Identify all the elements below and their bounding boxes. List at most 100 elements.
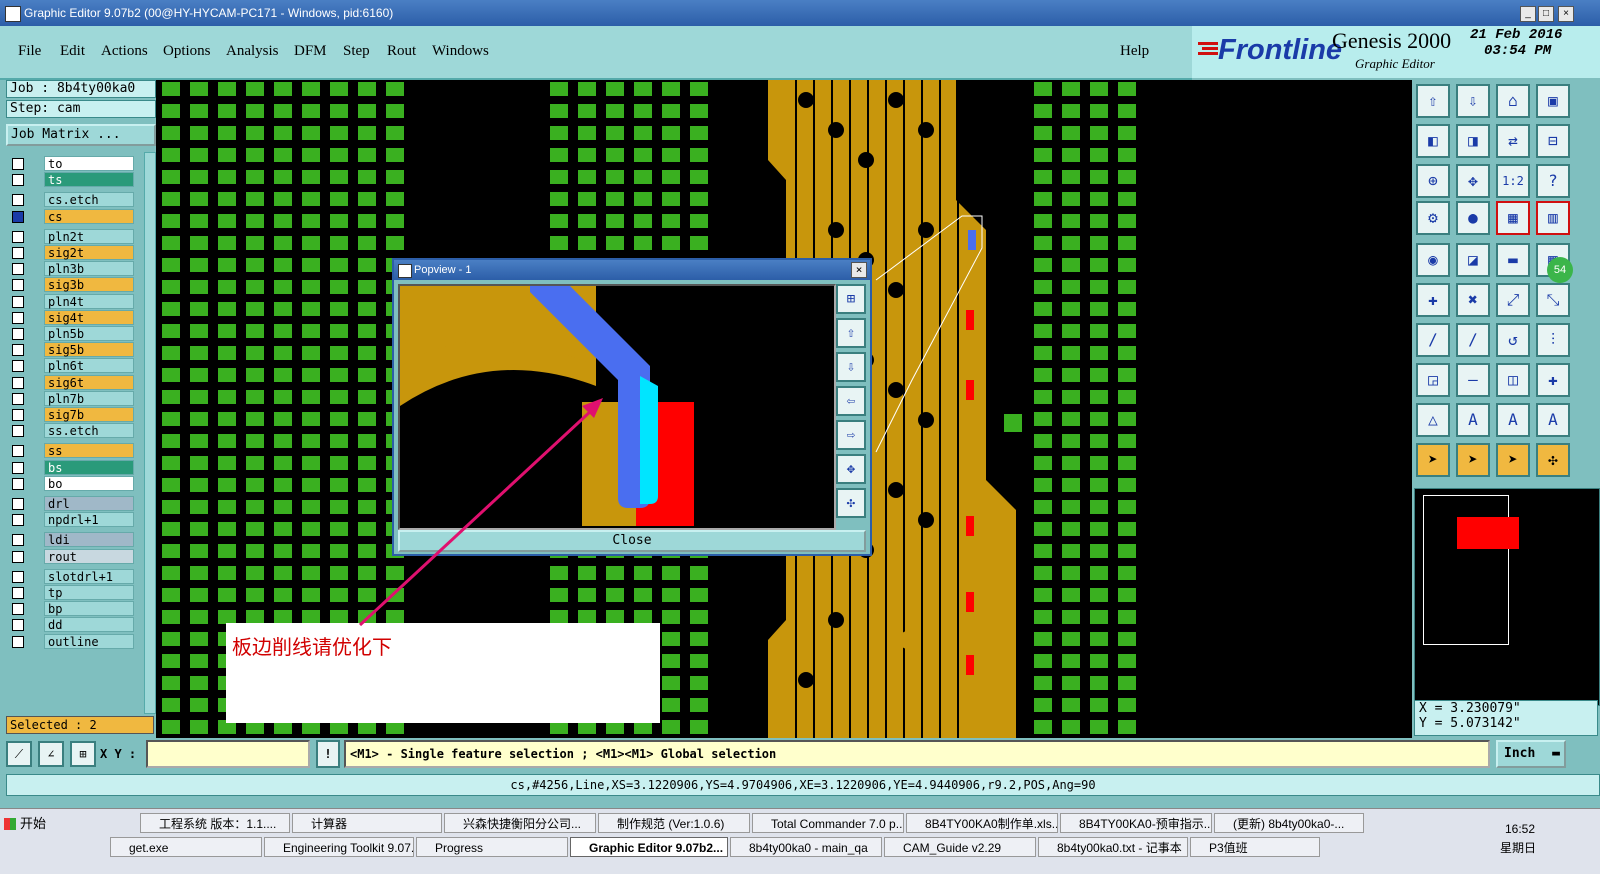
menu-step[interactable]: Step	[343, 43, 370, 60]
split-icon[interactable]: ⫶	[1536, 323, 1570, 357]
taskbar-item[interactable]: 8B4TY00KA0制作单.xls...	[906, 813, 1058, 833]
taskbar-item[interactable]: 制作规范 (Ver:1.0.6)	[598, 813, 750, 833]
layer-checkbox[interactable]	[12, 534, 24, 547]
layer-checkbox[interactable]	[12, 279, 24, 292]
connect-icon[interactable]: ✚	[1536, 363, 1570, 397]
taskbar-item[interactable]: Total Commander 7.0 p...	[752, 813, 904, 833]
layer-name[interactable]: pln2t	[44, 228, 134, 244]
menu-actions[interactable]: Actions	[101, 43, 148, 60]
layer-checkbox[interactable]	[12, 328, 24, 340]
delete-icon[interactable]: ✖	[1456, 283, 1490, 317]
menu-analysis[interactable]: Analysis	[226, 43, 279, 60]
layer-checkbox[interactable]	[12, 619, 24, 632]
popview-zoom-icon[interactable]: ⊞	[836, 284, 866, 314]
layer-checkbox[interactable]	[12, 263, 24, 276]
home-view-icon[interactable]: ⌂	[1496, 84, 1530, 118]
overview-map[interactable]	[1414, 488, 1600, 706]
layer-checkbox[interactable]	[12, 603, 24, 616]
layers-icon[interactable]: ⊟	[1536, 124, 1570, 158]
layer-checkbox[interactable]	[12, 230, 24, 243]
shape-icon[interactable]: ◪	[1456, 243, 1490, 277]
menu-dfm[interactable]: DFM	[294, 43, 327, 60]
layer-name[interactable]: to	[44, 156, 134, 171]
layer-name[interactable]: bp	[44, 601, 134, 617]
scale-icon[interactable]: 1:2	[1496, 164, 1530, 198]
layer-scrollbar[interactable]	[144, 152, 156, 714]
layer-name[interactable]: pln4t	[44, 293, 134, 309]
taskbar-item[interactable]: 8b4ty00ka0 - main_qa	[730, 837, 882, 857]
taskbar-item[interactable]: Graphic Editor 9.07b2...	[570, 837, 728, 857]
taskbar-item[interactable]: CAM_Guide v2.29	[884, 837, 1036, 857]
dash-icon[interactable]: —	[1456, 363, 1490, 397]
layer-name[interactable]: slotdrl+1	[44, 568, 134, 584]
menu-rout[interactable]: Rout	[387, 43, 416, 60]
layer-name[interactable]: pln5b	[44, 326, 134, 341]
select-poly-icon[interactable]: ➤	[1496, 443, 1530, 477]
layer-name[interactable]: sig6t	[44, 374, 134, 390]
layer-checkbox[interactable]	[12, 635, 24, 648]
ruler-icon[interactable]: ▬	[1496, 243, 1530, 277]
select-box-icon[interactable]: ➤	[1456, 443, 1490, 477]
layer-name[interactable]: sig2t	[44, 245, 134, 260]
settings-icon[interactable]: ⚙	[1416, 201, 1450, 235]
layer-checkbox[interactable]	[12, 194, 24, 207]
text-b-icon[interactable]: A	[1496, 403, 1530, 437]
line-icon[interactable]: ∕	[1416, 323, 1450, 357]
filter-blue-icon[interactable]: ▥	[1536, 201, 1570, 235]
layer-name[interactable]: drl	[44, 496, 134, 511]
popview-close-button[interactable]: Close	[398, 530, 866, 552]
popview-canvas[interactable]	[398, 284, 836, 530]
measure-icon[interactable]: ◫	[1496, 363, 1530, 397]
layer-name[interactable]: bo	[44, 475, 134, 491]
layer-checkbox[interactable]	[12, 392, 24, 405]
popview-fit-icon[interactable]: ✥	[836, 454, 866, 484]
menu-options[interactable]: Options	[163, 43, 211, 60]
layer-name[interactable]: pln3b	[44, 261, 134, 277]
layer-name[interactable]: outline	[44, 633, 134, 649]
popview-down-icon[interactable]: ⇩	[836, 352, 866, 382]
node-icon[interactable]: ✚	[1416, 283, 1450, 317]
filter-red-icon[interactable]: ▦	[1496, 201, 1530, 235]
taskbar-item[interactable]: (更新) 8b4ty00ka0-...	[1214, 813, 1364, 833]
maximize-button[interactable]: □	[1538, 6, 1554, 22]
xy-input[interactable]	[146, 740, 310, 768]
layer-checkbox[interactable]	[12, 461, 24, 474]
layer-checkbox[interactable]	[12, 376, 24, 389]
popview-close-icon[interactable]: ×	[851, 262, 867, 278]
grid-icon[interactable]: ⊞	[70, 741, 96, 767]
swap-icon[interactable]: ⇄	[1496, 124, 1530, 158]
zoom-home-icon[interactable]: ⇧	[1416, 84, 1450, 118]
layer-checkbox[interactable]	[12, 311, 24, 324]
layer-name[interactable]: tp	[44, 585, 134, 600]
undo-icon[interactable]: ↺	[1496, 323, 1530, 357]
layer-name[interactable]: cs.etch	[44, 192, 134, 208]
popview-right-icon[interactable]: ⇨	[836, 420, 866, 450]
layer-name[interactable]: sig4t	[44, 309, 134, 325]
layer-checkbox[interactable]	[12, 514, 24, 527]
menu-edit[interactable]: Edit	[60, 43, 85, 60]
line-red-icon[interactable]: ∕	[1456, 323, 1490, 357]
notification-badge[interactable]: 54	[1547, 257, 1573, 283]
popview-left-icon[interactable]: ⇦	[836, 386, 866, 416]
text-a-icon[interactable]: A	[1456, 403, 1490, 437]
menu-windows[interactable]: Windows	[432, 43, 489, 60]
close-window-button[interactable]: ×	[1558, 6, 1574, 22]
popview-center-icon[interactable]: ✣	[836, 488, 866, 518]
taskbar-item[interactable]: 8B4TY00KA0-预审指示...	[1060, 813, 1212, 833]
select-icon[interactable]: ➤	[1416, 443, 1450, 477]
taskbar-item[interactable]: get.exe	[110, 837, 262, 857]
drill-icon[interactable]: ◉	[1416, 243, 1450, 277]
layer-checkbox[interactable]	[12, 445, 24, 458]
layer-checkbox[interactable]	[12, 409, 24, 421]
layer-name[interactable]: pln6t	[44, 358, 134, 374]
frame-icon[interactable]: ▣	[1536, 84, 1570, 118]
pan-right-icon[interactable]: ◨	[1456, 124, 1490, 158]
layer-name[interactable]: ss	[44, 443, 134, 459]
taskbar-item[interactable]: 兴森快捷衡阳分公司...	[444, 813, 596, 833]
job-matrix-button[interactable]: Job Matrix ...	[6, 124, 156, 146]
layer-checkbox[interactable]	[12, 210, 24, 223]
taskbar-item[interactable]: P3值班	[1190, 837, 1320, 857]
layer-checkbox[interactable]	[12, 550, 24, 563]
layer-name[interactable]: npdrl+1	[44, 512, 134, 528]
taskbar-item[interactable]: Engineering Toolkit 9.07...	[264, 837, 414, 857]
